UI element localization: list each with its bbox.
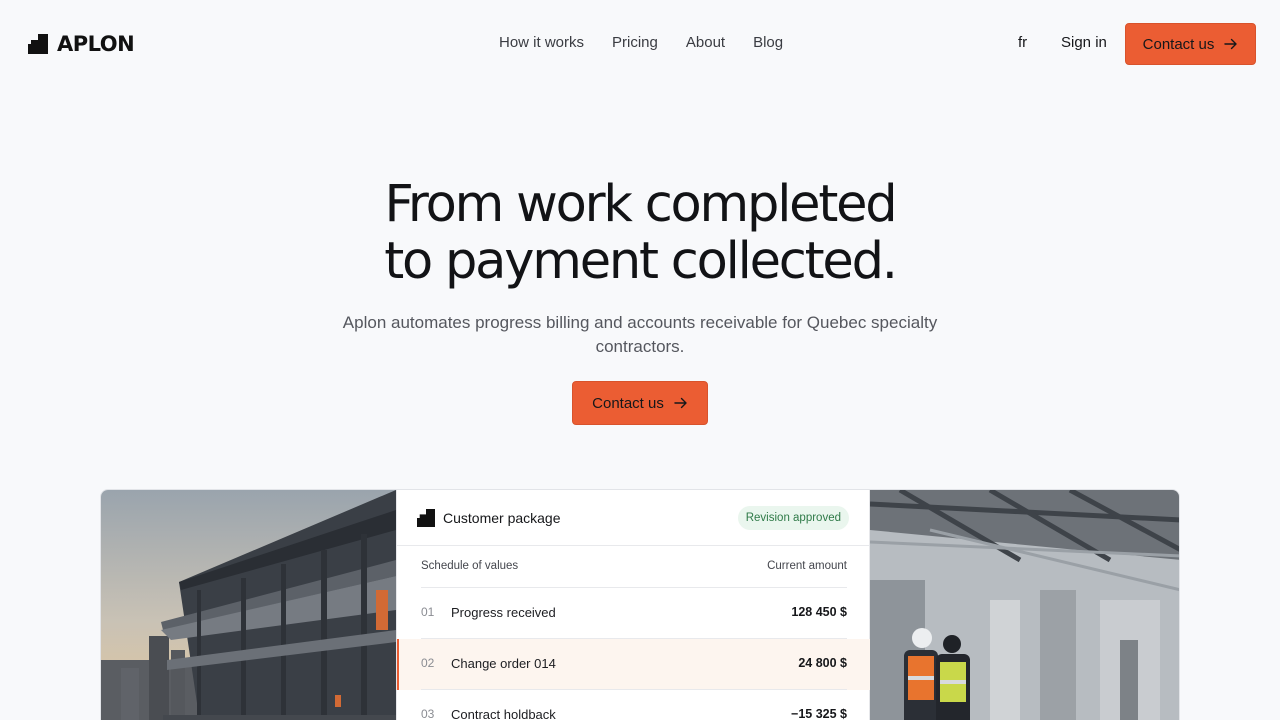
row-label: Contract holdback bbox=[451, 707, 556, 720]
column-header-schedule: Schedule of values bbox=[421, 560, 519, 572]
hero-subtitle: Aplon automates progress billing and acc… bbox=[342, 313, 938, 356]
status-badge: Revision approved bbox=[737, 506, 849, 530]
brand-logo[interactable]: APLON bbox=[28, 32, 135, 56]
hero-title-line-1: From work completed bbox=[384, 175, 898, 234]
hero-contact-button[interactable]: Contact us bbox=[572, 381, 708, 425]
contact-us-button[interactable]: Contact us bbox=[1125, 23, 1256, 65]
row-number: 03 bbox=[421, 707, 435, 720]
row-label: Change order 014 bbox=[451, 656, 556, 671]
customer-package-card: Customer package Revision approved Sched… bbox=[396, 490, 871, 720]
nav-link-how-it-works[interactable]: How it works bbox=[499, 34, 584, 51]
table-row[interactable]: 03 Contract holdback −15 325 $ bbox=[397, 690, 871, 720]
product-showcase: Customer package Revision approved Sched… bbox=[100, 489, 1180, 720]
nav-link-about[interactable]: About bbox=[686, 34, 725, 51]
hero-contact-label: Contact us bbox=[592, 394, 664, 412]
card-title: Customer package bbox=[443, 510, 561, 526]
language-switch[interactable]: fr bbox=[1018, 34, 1027, 51]
interior-workers-photo bbox=[870, 490, 1179, 720]
aplon-logo-icon bbox=[28, 34, 48, 54]
arrow-right-icon bbox=[1224, 38, 1238, 50]
sign-in-link[interactable]: Sign in bbox=[1061, 34, 1107, 51]
table-row[interactable]: 01 Progress received 128 450 $ bbox=[397, 588, 871, 639]
row-number: 01 bbox=[421, 605, 435, 619]
construction-site-photo bbox=[101, 490, 396, 720]
row-amount: 24 800 $ bbox=[798, 656, 847, 670]
column-header-amount: Current amount bbox=[767, 560, 847, 572]
nav-links: How it works Pricing About Blog bbox=[499, 34, 783, 51]
row-amount: 128 450 $ bbox=[791, 605, 847, 619]
row-label: Progress received bbox=[451, 605, 556, 620]
aplon-logo-icon bbox=[417, 509, 435, 527]
row-number: 02 bbox=[421, 656, 435, 670]
nav-link-pricing[interactable]: Pricing bbox=[612, 34, 658, 51]
table-row-highlighted[interactable]: 02 Change order 014 24 800 $ bbox=[397, 639, 871, 690]
brand-name: APLON bbox=[57, 32, 135, 56]
hero-title-line-2: to payment collected. bbox=[384, 232, 898, 291]
contact-us-label: Contact us bbox=[1142, 35, 1215, 53]
card-header: Customer package Revision approved bbox=[397, 490, 869, 546]
table-header: Schedule of values Current amount bbox=[421, 546, 847, 588]
hero-title: From work completed to payment collected… bbox=[0, 176, 1280, 290]
top-nav: APLON How it works Pricing About Blog fr… bbox=[0, 0, 1280, 88]
nav-link-blog[interactable]: Blog bbox=[753, 34, 783, 51]
row-amount: −15 325 $ bbox=[791, 707, 847, 720]
arrow-right-icon bbox=[674, 397, 687, 409]
